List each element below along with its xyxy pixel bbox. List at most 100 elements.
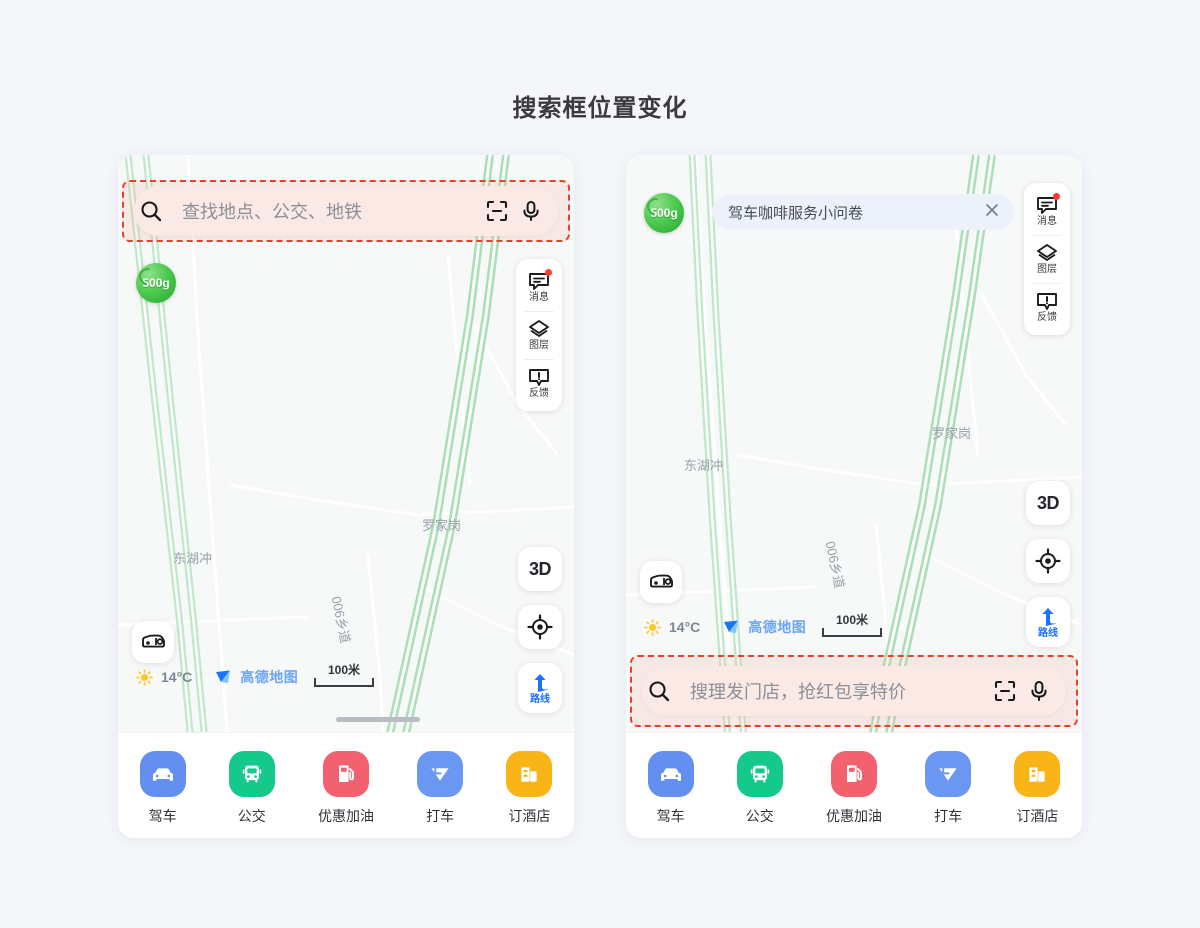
nav-item-taxi[interactable]: 打车 — [417, 751, 464, 826]
button-3d-label: 3D — [528, 558, 552, 579]
nav-item-fuel[interactable]: 优惠加油 — [318, 751, 374, 826]
feedback-icon — [529, 368, 549, 386]
amap-logo-icon — [724, 620, 739, 633]
nav-item-hotel[interactable]: 订酒店 — [1014, 751, 1061, 826]
taxi-icon — [925, 751, 972, 797]
scan-icon[interactable] — [480, 194, 514, 228]
eco-badge[interactable]: 500g — [135, 263, 176, 303]
amap-brand-label: 高德地图 — [748, 619, 807, 635]
nav-label-taxi: 打车 — [426, 808, 455, 824]
route-arrow-icon — [1042, 607, 1057, 626]
eco-badge[interactable]: 500g — [643, 193, 684, 233]
map-control-stack-right: 消息 图层 反馈 — [1024, 183, 1070, 335]
control-feedback-label: 反馈 — [1037, 311, 1057, 323]
bottom-nav-right: 驾车 公交 优惠加油 打车 订酒店 — [626, 732, 1082, 838]
map-label-luojiagang: 罗家岗 — [422, 518, 462, 533]
route-arrow-icon — [534, 673, 549, 692]
nav-label-bus: 公交 — [745, 808, 774, 824]
control-layers-label: 图层 — [1037, 264, 1057, 275]
map-scale-bar — [822, 628, 882, 637]
vehicle-mode-button-right[interactable] — [640, 561, 682, 603]
temperature-label: 14°C — [161, 669, 193, 685]
nav-label-bus: 公交 — [237, 808, 266, 824]
locate-icon — [1035, 548, 1061, 574]
scan-icon[interactable] — [988, 674, 1022, 708]
button-3d-right[interactable]: 3D — [1026, 481, 1070, 525]
search-input-right[interactable]: 搜理发门店，抢红包享特价 — [690, 678, 988, 704]
control-message-label: 消息 — [1037, 215, 1057, 227]
car-icon — [139, 751, 186, 797]
map-control-stack-left: 消息 图层 反馈 — [516, 259, 562, 411]
button-route-right[interactable]: 路线 — [1026, 597, 1070, 647]
sun-icon — [136, 668, 153, 686]
layers-icon — [1037, 244, 1057, 261]
nav-item-driving[interactable]: 驾车 — [139, 751, 186, 826]
fuel-icon — [830, 751, 877, 797]
status-row-left: 14°C 高德地图 — [136, 667, 298, 687]
map-label-donghuchong: 东湖冲 — [173, 551, 213, 566]
home-indicator-left — [336, 717, 420, 722]
nav-label-driving: 驾车 — [656, 808, 685, 824]
hotel-icon — [1014, 751, 1061, 797]
button-locate-left[interactable] — [518, 605, 562, 649]
mic-icon[interactable] — [1022, 674, 1056, 708]
bus-icon — [228, 751, 275, 797]
button-locate-right[interactable] — [1026, 539, 1070, 583]
fuel-icon — [322, 751, 369, 797]
map-scale-label: 100米 — [835, 613, 869, 627]
taxi-icon — [417, 751, 464, 797]
vehicle-mode-button-left[interactable] — [132, 621, 174, 663]
notification-dot — [545, 269, 552, 276]
search-icon — [134, 194, 168, 228]
control-layers[interactable]: 图层 — [516, 311, 562, 359]
map-scale-right: 100米 — [822, 611, 882, 637]
mic-icon[interactable] — [514, 194, 548, 228]
nav-label-fuel: 优惠加油 — [317, 808, 374, 824]
nav-item-fuel[interactable]: 优惠加油 — [826, 751, 882, 826]
control-message[interactable]: 消息 — [1024, 187, 1070, 235]
button-3d-left[interactable]: 3D — [518, 547, 562, 591]
nav-item-hotel[interactable]: 订酒店 — [506, 751, 553, 826]
control-feedback[interactable]: 反馈 — [1024, 283, 1070, 331]
map-scale-left: 100米 — [314, 661, 374, 687]
sun-icon — [644, 618, 661, 636]
bottom-nav-left: 驾车 公交 优惠加油 打车 订酒店 — [118, 732, 574, 838]
control-layers[interactable]: 图层 — [1024, 235, 1070, 283]
map-label-donghuchong: 东湖冲 — [684, 458, 724, 473]
nav-item-bus[interactable]: 公交 — [228, 751, 275, 826]
nav-item-taxi[interactable]: 打车 — [925, 751, 972, 826]
status-row-right: 14°C 高德地图 — [644, 617, 806, 637]
temperature-label: 14°C — [669, 619, 701, 635]
bus-icon — [736, 751, 783, 797]
car-icon — [650, 574, 673, 588]
hotel-icon — [506, 751, 553, 797]
button-route-label: 路线 — [530, 693, 550, 705]
promo-banner[interactable]: 驾车咖啡服务小问卷 — [712, 194, 1014, 230]
nav-label-hotel: 订酒店 — [508, 808, 551, 824]
search-input-left[interactable]: 查找地点、公交、地铁 — [182, 198, 480, 224]
control-message-label: 消息 — [529, 291, 549, 303]
nav-item-bus[interactable]: 公交 — [736, 751, 783, 826]
control-feedback[interactable]: 反馈 — [516, 359, 562, 407]
map-scale-label: 100米 — [327, 663, 361, 677]
nav-label-hotel: 订酒店 — [1016, 808, 1059, 824]
amap-logo-icon — [216, 670, 231, 683]
search-icon — [642, 674, 676, 708]
nav-item-driving[interactable]: 驾车 — [647, 751, 694, 826]
page-title: 搜索框位置变化 — [512, 95, 688, 122]
search-bar-left[interactable]: 查找地点、公交、地铁 — [134, 186, 558, 236]
car-icon — [647, 751, 694, 797]
button-route-left[interactable]: 路线 — [518, 663, 562, 713]
button-3d-label: 3D — [1036, 492, 1060, 513]
search-bar-right[interactable]: 搜理发门店，抢红包享特价 — [642, 666, 1066, 716]
notification-dot — [1053, 193, 1060, 200]
close-icon[interactable] — [984, 202, 1000, 223]
layers-icon — [529, 320, 549, 337]
control-message[interactable]: 消息 — [516, 263, 562, 311]
control-feedback-label: 反馈 — [529, 387, 549, 399]
promo-text: 驾车咖啡服务小问卷 — [728, 204, 864, 222]
phone-mockup-left: 500g 东湖冲 罗家岗 006乡道 消息 图层 反馈 3D 路线 14°C 高… — [118, 155, 574, 838]
control-layers-label: 图层 — [529, 340, 549, 351]
map-label-luojiagang: 罗家岗 — [932, 426, 972, 441]
amap-brand-label: 高德地图 — [240, 669, 299, 685]
